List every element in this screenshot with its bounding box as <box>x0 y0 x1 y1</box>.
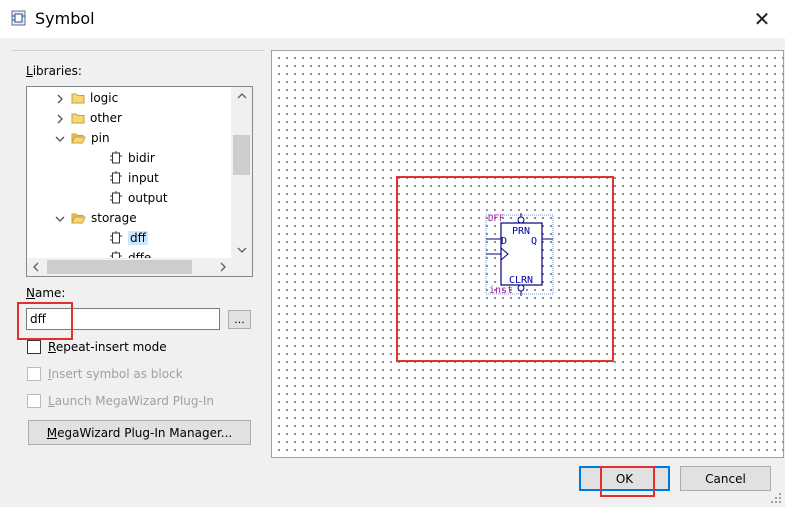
chevron-down-icon[interactable] <box>55 213 65 227</box>
cancel-button[interactable]: Cancel <box>680 466 771 491</box>
folder-icon <box>71 112 85 124</box>
tree-item-other[interactable]: other <box>57 108 122 128</box>
tree-item-label: logic <box>90 91 119 105</box>
vertical-scrollbar[interactable] <box>231 87 252 258</box>
title-bar: Symbol ✕ <box>0 0 785 38</box>
insert-block-label: Insert symbol as block <box>48 367 183 381</box>
tree-item-pin[interactable]: pin <box>55 128 110 148</box>
repeat-insert-checkbox[interactable] <box>27 340 41 354</box>
horizontal-scroll-thumb[interactable] <box>47 260 192 274</box>
insert-block-checkbox-row: Insert symbol as block <box>27 367 183 381</box>
folder-open-icon <box>71 132 86 144</box>
tree-item-label: input <box>128 171 159 185</box>
tree-item-dff[interactable]: dff <box>109 228 148 248</box>
tree-item-label: pin <box>91 131 110 145</box>
tree-item-logic[interactable]: logic <box>57 88 119 108</box>
chevron-right-icon[interactable] <box>55 93 65 107</box>
chevron-down-icon[interactable] <box>55 133 65 147</box>
chevron-right-icon[interactable] <box>55 113 65 127</box>
tree-item-label: bidir <box>128 151 155 165</box>
symbol-icon <box>109 191 123 205</box>
divider <box>12 50 264 51</box>
tree-item-output[interactable]: output <box>109 188 168 208</box>
tree-item-bidir[interactable]: bidir <box>109 148 155 168</box>
folder-open-icon <box>71 212 86 224</box>
scroll-down-icon[interactable] <box>231 241 252 258</box>
tree-item-label: other <box>90 111 122 125</box>
scroll-left-icon[interactable] <box>27 258 44 276</box>
tree-item-input[interactable]: input <box>109 168 159 188</box>
horizontal-scrollbar[interactable] <box>27 258 231 276</box>
tree-item-label: storage <box>91 211 137 225</box>
close-icon: ✕ <box>753 7 771 31</box>
megawizard-manager-button[interactable]: MegaWizard Plug-In Manager... <box>28 420 251 445</box>
launch-megawizard-checkbox <box>27 394 41 408</box>
launch-megawizard-checkbox-row: Launch MegaWizard Plug-In <box>27 394 214 408</box>
annotation-box-ok <box>600 466 655 497</box>
launch-megawizard-label: Launch MegaWizard Plug-In <box>48 394 214 408</box>
tree-item-label: output <box>128 191 168 205</box>
symbol-icon <box>109 151 123 165</box>
libraries-tree[interactable]: logicotherpinbidirinputoutputstoragedffd… <box>26 86 253 277</box>
symbol-app-icon <box>11 10 26 26</box>
resize-grip-icon[interactable] <box>770 492 782 504</box>
repeat-insert-checkbox-row[interactable]: Repeat-insert mode <box>27 340 167 354</box>
repeat-insert-label: Repeat-insert mode <box>48 340 167 354</box>
annotation-box-name <box>17 302 73 340</box>
window-title: Symbol <box>35 9 95 28</box>
symbol-icon <box>109 171 123 185</box>
symbol-icon <box>109 231 123 245</box>
scroll-right-icon[interactable] <box>214 258 231 276</box>
insert-block-checkbox <box>27 367 41 381</box>
annotation-box-preview <box>396 176 614 362</box>
scroll-up-icon[interactable] <box>231 87 252 104</box>
name-label: Name: <box>26 286 66 300</box>
tree-item-storage[interactable]: storage <box>55 208 137 228</box>
browse-button[interactable]: ... <box>228 310 251 329</box>
libraries-label: Libraries: <box>26 64 82 78</box>
tree-item-label: dff <box>128 231 148 245</box>
folder-icon <box>71 92 85 104</box>
scrollbar-corner <box>231 258 252 276</box>
vertical-scroll-thumb[interactable] <box>233 135 250 175</box>
close-button[interactable]: ✕ <box>740 2 784 36</box>
